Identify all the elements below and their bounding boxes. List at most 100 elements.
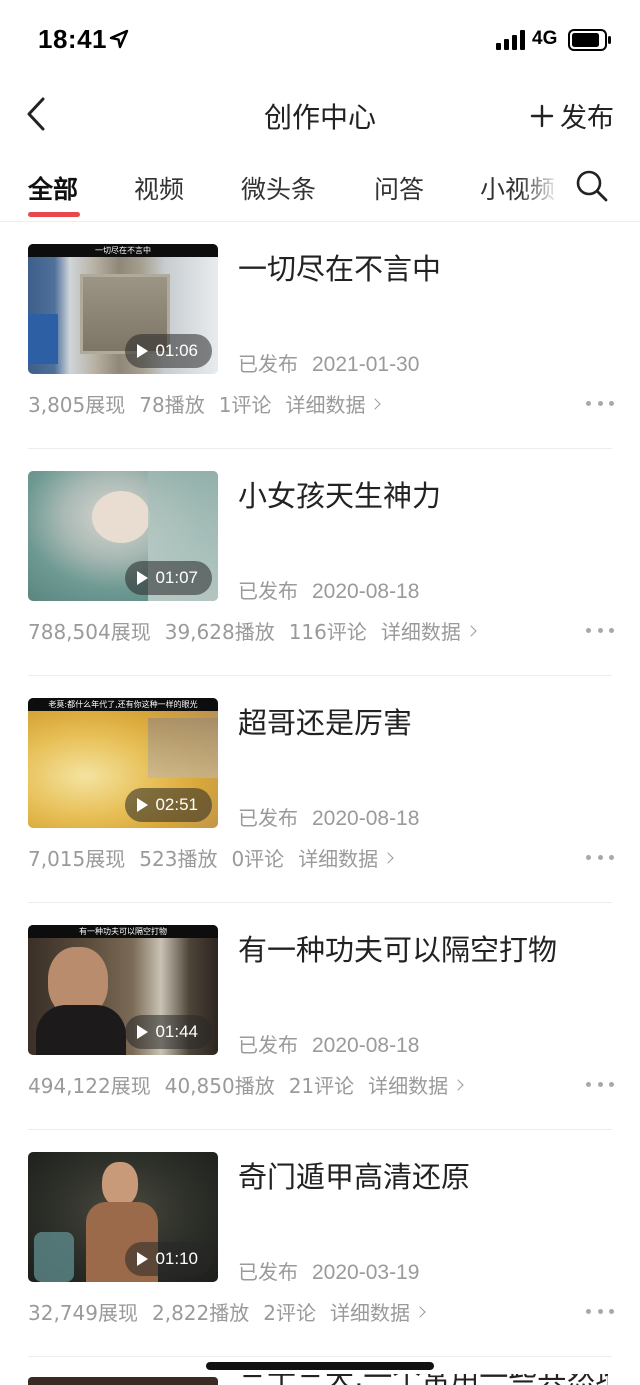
video-thumbnail[interactable]: 有一种功夫可以隔空打物 01:44	[28, 925, 218, 1055]
tab-video[interactable]: 视频	[134, 170, 184, 206]
location-arrow-icon	[109, 29, 129, 49]
status-label: 已发布	[238, 352, 298, 376]
duration-badge: 01:06	[125, 334, 212, 368]
list-item[interactable]: 一切尽在不言中 01:06 一切尽在不言中 已发布 2021-01-30 3,80…	[0, 222, 640, 449]
cellular-signal-icon	[496, 30, 525, 50]
detail-data-label: 详细数据	[380, 620, 461, 644]
duration-badge: 01:07	[125, 561, 212, 595]
comments-count: 2评论	[263, 1301, 316, 1325]
list-item[interactable]: 01:10 奇门遁甲高清还原 已发布 2020-03-19 32,749展现 2,…	[0, 1130, 640, 1357]
plays-count: 78播放	[139, 393, 205, 417]
tab-fade	[520, 152, 570, 220]
publish-date: 2021-01-30	[312, 353, 420, 376]
detail-data-link[interactable]: 详细数据	[368, 1070, 464, 1099]
publish-date: 2020-08-18	[312, 580, 420, 603]
duration-badge: 02:51	[125, 788, 212, 822]
impressions-count: 494,122展现	[28, 1074, 151, 1098]
video-thumbnail[interactable]: 老莫:都什么年代了,还有你这种一样的眼光 02:51	[28, 698, 218, 828]
video-thumbnail[interactable]: 01:10	[28, 1152, 218, 1282]
face-shape	[102, 1162, 138, 1206]
status-bar: 18:41 4G	[0, 0, 640, 80]
status-label: 已发布	[238, 1033, 298, 1057]
detail-data-label: 详细数据	[368, 1074, 449, 1098]
video-thumbnail[interactable]: 01:07	[28, 471, 218, 601]
active-tab-indicator	[28, 212, 80, 217]
chevron-right-icon	[465, 625, 477, 637]
plays-count: 2,822播放	[151, 1301, 250, 1325]
publish-date: 2020-08-18	[312, 1034, 420, 1057]
detail-data-link[interactable]: 详细数据	[329, 1297, 426, 1326]
duration-text: 01:06	[155, 341, 198, 360]
item-title[interactable]: 小女孩天生神力	[238, 473, 441, 515]
nav-bar: 创作中心 发布	[0, 80, 640, 152]
item-title[interactable]: 一切尽在不言中	[238, 246, 441, 288]
tab-micro-post[interactable]: 微头条	[241, 170, 316, 206]
duration-text: 02:51	[155, 795, 198, 814]
comments-count: 116评论	[288, 620, 367, 644]
detail-data-link[interactable]: 详细数据	[298, 843, 394, 872]
network-type: 4G	[532, 28, 558, 49]
more-options-button[interactable]	[586, 1079, 614, 1089]
publish-label: 发布	[560, 103, 614, 134]
plays-count: 40,850播放	[164, 1074, 275, 1098]
item-stats: 32,749展现 2,822播放 2评论 详细数据	[28, 1297, 426, 1326]
tab-qa[interactable]: 问答	[374, 170, 424, 206]
search-icon[interactable]	[574, 168, 610, 204]
list-item[interactable]: 有一种功夫可以隔空打物 01:44 有一种功夫可以隔空打物 已发布 2020-08…	[0, 903, 640, 1130]
detail-data-label: 详细数据	[329, 1301, 410, 1325]
content-tabs: 全部 视频 微头条 问答 小视频	[0, 152, 640, 222]
item-title[interactable]: 奇门遁甲高清还原	[238, 1154, 470, 1196]
comments-count: 1评论	[218, 393, 272, 417]
detail-data-link[interactable]: 详细数据	[285, 389, 382, 418]
next-item-thumbnail-peek[interactable]	[28, 1377, 218, 1385]
status-time: 18:41	[38, 24, 107, 54]
item-title[interactable]: 超哥还是厉害	[238, 700, 412, 742]
publish-date: 2020-08-18	[312, 807, 420, 830]
more-options-button[interactable]	[586, 625, 614, 635]
plays-count: 39,628播放	[164, 620, 275, 644]
background-shape	[148, 718, 218, 778]
play-icon	[137, 798, 149, 812]
tab-all[interactable]: 全部	[28, 170, 78, 206]
thumbnail-caption: 有一种功夫可以隔空打物	[28, 925, 218, 938]
home-indicator[interactable]	[206, 1362, 434, 1370]
duration-badge: 01:10	[125, 1242, 212, 1276]
blue-panel-shape	[28, 314, 58, 364]
impressions-count: 7,015展现	[28, 847, 126, 871]
detail-data-label: 详细数据	[298, 847, 379, 871]
video-thumbnail[interactable]: 一切尽在不言中 01:06	[28, 244, 218, 374]
detail-data-label: 详细数据	[285, 393, 366, 417]
shoulders-shape	[36, 1005, 126, 1055]
next-item-title-peek[interactable]: 三十三天,一个常用一些共然地	[238, 1374, 608, 1385]
more-options-button[interactable]	[586, 852, 614, 862]
list-item[interactable]: 01:07 小女孩天生神力 已发布 2020-08-18 788,504展现 39…	[0, 449, 640, 676]
list-item[interactable]: 老莫:都什么年代了,还有你这种一样的眼光 02:51 超哥还是厉害 已发布 202…	[0, 676, 640, 903]
item-status: 已发布 2020-03-19	[238, 1256, 419, 1285]
more-options-button[interactable]	[586, 1306, 614, 1316]
item-status: 已发布 2021-01-30	[238, 348, 419, 377]
duration-text: 01:44	[155, 1022, 198, 1041]
status-label: 已发布	[238, 579, 298, 603]
divider	[28, 1356, 612, 1357]
status-label: 已发布	[238, 806, 298, 830]
publish-date: 2020-03-19	[312, 1261, 420, 1284]
chevron-right-icon	[414, 1306, 426, 1318]
duration-text: 01:07	[155, 568, 198, 587]
thumbnail-caption: 一切尽在不言中	[28, 244, 218, 257]
chevron-right-icon	[452, 1079, 464, 1091]
item-title[interactable]: 有一种功夫可以隔空打物	[238, 927, 557, 969]
impressions-count: 788,504展现	[28, 620, 151, 644]
comments-count: 21评论	[288, 1074, 355, 1098]
battery-icon	[568, 29, 611, 51]
status-label: 已发布	[238, 1260, 298, 1284]
play-icon	[137, 344, 149, 358]
detail-data-link[interactable]: 详细数据	[380, 616, 477, 645]
publish-button[interactable]: 发布	[530, 96, 614, 135]
item-status: 已发布 2020-08-18	[238, 802, 419, 831]
comments-count: 0评论	[231, 847, 285, 871]
more-options-button[interactable]	[586, 398, 614, 408]
next-item-title: 三十三天,一个常用一些共然地	[238, 1374, 608, 1385]
impressions-count: 32,749展现	[28, 1301, 138, 1325]
baby-face-shape	[92, 491, 150, 543]
item-status: 已发布 2020-08-18	[238, 575, 419, 604]
